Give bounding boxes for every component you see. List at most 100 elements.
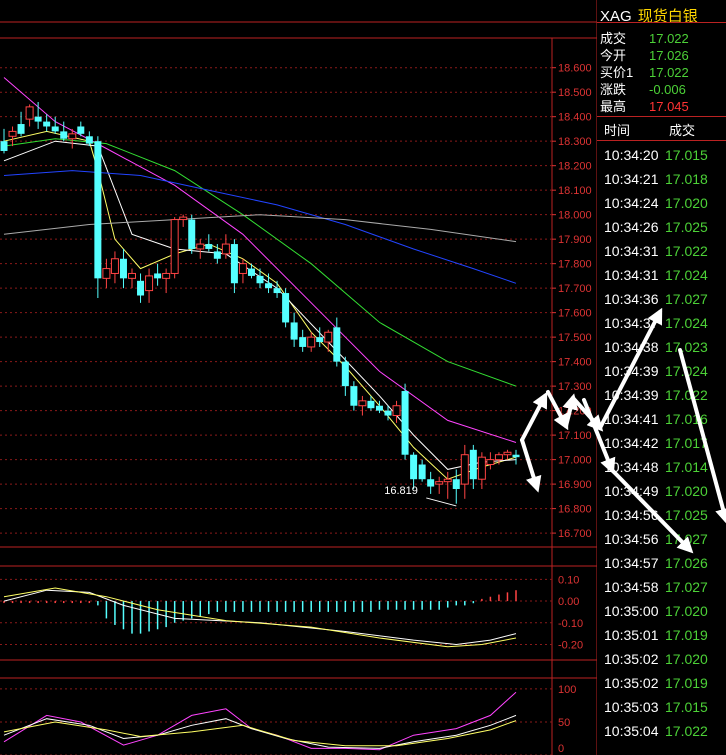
- tick-row: 10:35:02 17.020: [604, 647, 708, 671]
- tick-row: 10:34:41 17.016: [604, 407, 708, 431]
- candle-body: [213, 251, 221, 259]
- quote-panel: XAG 现货白银 成交 17.022 今开 17.026 买价1 17.022 涨跌 -0.00…: [597, 0, 726, 755]
- tick-row: 10:34:20 17.015: [604, 143, 708, 167]
- tick-row: 10:34:31 17.024: [604, 263, 708, 287]
- candle-body: [43, 121, 51, 127]
- price-tick-label: 17.800: [558, 259, 592, 271]
- kdj-tick-label: 50: [558, 717, 570, 729]
- candle-body: [34, 116, 42, 122]
- candle-body: [25, 106, 34, 120]
- price-tick-label: 18.000: [558, 210, 592, 222]
- tick-price: 17.018: [665, 171, 708, 187]
- candle-body: [410, 454, 418, 480]
- candle-body: [460, 454, 469, 485]
- price-axis: 18.600 18.500 18.400 18.300 18.200 18.100 18.0…: [552, 63, 592, 540]
- moving-average-line: [3, 138, 517, 387]
- quote-field-label: 买价1: [600, 65, 634, 80]
- tick-row: 10:34:31 17.022: [604, 239, 708, 263]
- tick-price: 17.026: [665, 555, 708, 571]
- price-tick-label: 17.500: [558, 332, 592, 344]
- macd-line: [3, 589, 517, 646]
- tick-row: 10:35:04 17.022: [604, 719, 708, 743]
- candle-body: [324, 331, 333, 343]
- quote-separator: [597, 116, 726, 117]
- tick-price: 17.017: [665, 435, 708, 451]
- tick-price: 17.019: [665, 627, 708, 643]
- candle-body: [494, 454, 503, 461]
- price-tick-label: 17.600: [558, 308, 592, 320]
- tick-time: 10:34:49: [604, 483, 659, 499]
- tick-row: 10:34:49 17.020: [604, 479, 708, 503]
- candle-body: [247, 268, 255, 276]
- tick-time: 10:34:39: [604, 387, 659, 403]
- low-pointer: [426, 497, 457, 507]
- candle-body: [307, 336, 316, 348]
- tick-time: 10:34:24: [604, 195, 659, 211]
- candle-body: [170, 219, 179, 274]
- tick-price: 17.025: [665, 219, 708, 235]
- candle-body: [486, 459, 495, 466]
- tick-price: 17.023: [665, 339, 708, 355]
- tick-price: 17.020: [665, 603, 708, 619]
- candlestick-chart[interactable]: 18.600 18.500 18.400 18.300 18.200 18.100 18.0…: [0, 0, 597, 755]
- tick-price: 17.027: [665, 579, 708, 595]
- tick-time: 10:34:42: [604, 435, 659, 451]
- price-tick-label: 17.900: [558, 234, 592, 246]
- tick-row: 10:34:57 17.026: [604, 551, 708, 575]
- candle-body: [316, 337, 324, 343]
- tick-price: 17.022: [665, 387, 708, 403]
- tick-row: 10:35:01 17.019: [604, 623, 708, 647]
- quote-field: 最高 17.045: [600, 98, 722, 115]
- tick-row: 10:34:24 17.020: [604, 191, 708, 215]
- macd-tick-label: 0.10: [558, 574, 579, 586]
- tick-price: 17.020: [665, 651, 708, 667]
- quote-field: 涨跌 -0.006: [600, 81, 722, 98]
- tick-row: 10:34:58 17.027: [604, 575, 708, 599]
- candle-body: [68, 133, 77, 140]
- candle-body: [8, 130, 17, 137]
- candle-body: [299, 337, 307, 347]
- tick-price: 17.016: [665, 411, 708, 427]
- candle-body: [137, 280, 145, 296]
- tick-price: 17.022: [665, 243, 708, 259]
- tick-row: 10:35:00 17.020: [604, 599, 708, 623]
- ticks-header-price: 成交: [669, 123, 696, 138]
- price-tick-label: 16.900: [558, 479, 592, 491]
- quote-field: 买价1 17.022: [600, 64, 722, 81]
- macd-tick-label: 0.00: [558, 596, 579, 608]
- candle-body: [238, 263, 247, 274]
- quote-field: 成交 17.022: [600, 30, 722, 47]
- quote-separator: [597, 140, 726, 141]
- tick-price: 17.025: [665, 507, 708, 523]
- candle-body: [205, 244, 213, 249]
- price-tick-label: 17.000: [558, 455, 592, 467]
- tick-row: 10:34:38 17.023: [604, 335, 708, 359]
- candle-body: [128, 272, 136, 279]
- quote-field-label: 今开: [600, 48, 627, 63]
- price-tick-label: 17.300: [558, 381, 592, 393]
- ticks-header: 时间 成交: [604, 120, 695, 139]
- candle-body: [188, 219, 196, 249]
- tick-time: 10:34:56: [604, 531, 659, 547]
- moving-average-line: [3, 130, 517, 480]
- price-tick-label: 18.500: [558, 87, 592, 99]
- tick-time: 10:34:31: [604, 243, 659, 259]
- quote-field-value: 17.022: [649, 31, 689, 46]
- tick-price: 17.027: [665, 531, 708, 547]
- tick-price: 17.019: [665, 675, 708, 691]
- candle-body: [341, 361, 349, 387]
- candle-body: [384, 410, 392, 416]
- candles: [0, 101, 520, 504]
- candle-body: [333, 327, 341, 362]
- tick-row: 10:34:42 17.017: [604, 431, 708, 455]
- tick-row: 10:34:37 17.024: [604, 311, 708, 335]
- tick-row: 10:34:48 17.014: [604, 455, 708, 479]
- candle-body: [60, 131, 68, 139]
- candle-body: [401, 391, 409, 455]
- tick-time: 10:34:20: [604, 147, 659, 163]
- tick-price: 17.024: [665, 315, 708, 331]
- tick-price: 17.020: [665, 483, 708, 499]
- price-tick-label: 17.200: [558, 406, 592, 418]
- candle-body: [273, 288, 281, 294]
- tick-price: 17.014: [665, 459, 708, 475]
